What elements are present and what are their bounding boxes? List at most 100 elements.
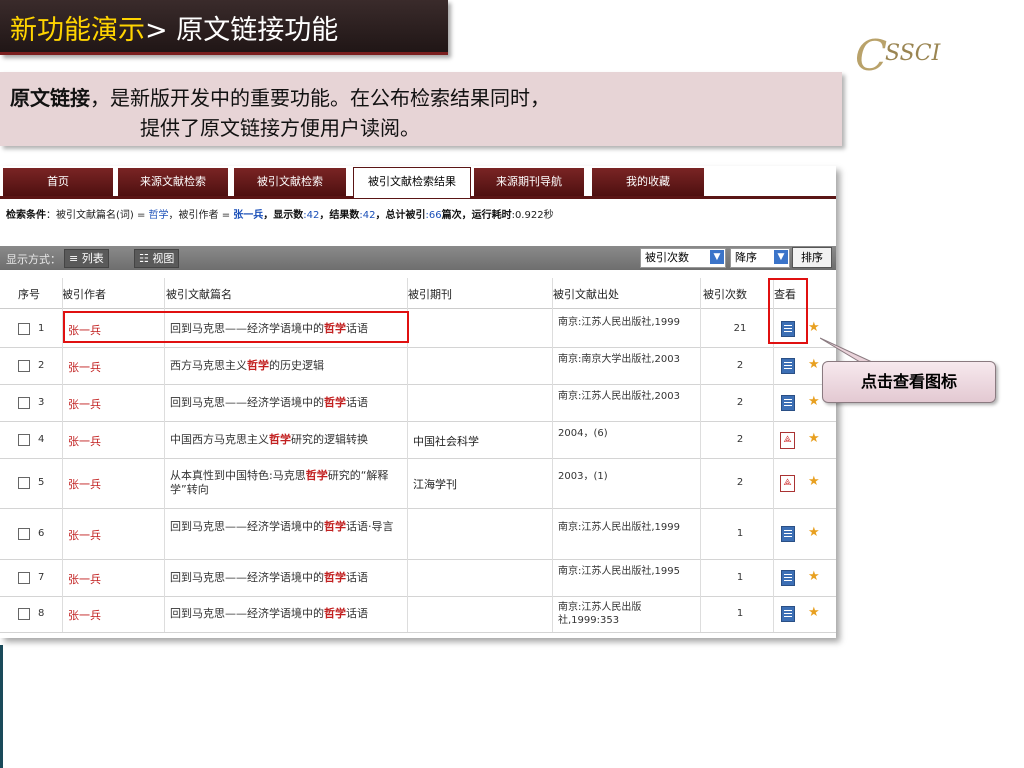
- view-fulltext-icon[interactable]: [781, 395, 795, 411]
- view-fulltext-icon[interactable]: [781, 526, 795, 542]
- title-keyword: 哲学: [305, 469, 328, 482]
- sort-field-select[interactable]: 被引次数 ▼: [640, 248, 726, 268]
- favorite-star-icon[interactable]: ★: [808, 474, 820, 489]
- row-cited-count: 1: [736, 572, 744, 583]
- pdf-icon[interactable]: ⟁: [780, 432, 795, 449]
- row-seq: 7: [38, 572, 45, 583]
- sort-order-value: 降序: [735, 251, 757, 264]
- favorite-star-icon[interactable]: ★: [808, 525, 820, 540]
- title-text: 回到马克思——经济学语境中的: [170, 396, 324, 409]
- view-fulltext-icon[interactable]: [781, 570, 795, 586]
- title-text: 话语: [346, 607, 368, 620]
- row-author-link[interactable]: 张一兵: [68, 396, 101, 412]
- list-view-button[interactable]: ≡ 列表: [64, 249, 109, 268]
- favorite-star-icon[interactable]: ★: [808, 605, 820, 620]
- row-source: 南京:江苏人民出版社,2003: [558, 391, 680, 402]
- row-seq: 6: [38, 528, 45, 539]
- row-title-link[interactable]: 中国西方马克思主义哲学研究的逻辑转换: [170, 433, 405, 447]
- row-seq: 3: [38, 397, 45, 408]
- condition-keyword: 哲学: [148, 210, 169, 221]
- title-text: 回到马克思——经济学语境中的: [170, 520, 324, 533]
- title-keyword: 哲学: [324, 607, 346, 620]
- row-cited-count: 2: [736, 360, 744, 371]
- favorite-star-icon[interactable]: ★: [808, 569, 820, 584]
- slide-title-highlight: 新功能演示: [10, 15, 145, 46]
- description-bold: 原文链接: [10, 86, 90, 110]
- table-row: 7 张一兵 回到马克思——经济学语境中的哲学话语 南京:江苏人民出版社,1995 1 ★: [0, 559, 836, 597]
- favorite-star-icon[interactable]: ★: [808, 431, 820, 446]
- display-mode-label: 显示方式：: [6, 253, 61, 266]
- row-author-link[interactable]: 张一兵: [68, 527, 101, 543]
- embedded-screenshot: 首页 来源文献检索 被引文献检索 被引文献检索结果 来源期刊导航 我的收藏 检索条件：被引…: [0, 166, 836, 638]
- row-title-link[interactable]: 从本真性到中国特色:马克思哲学研究的“解释学”转向: [170, 469, 405, 497]
- title-keyword: 哲学: [324, 396, 346, 409]
- table-row: 4 张一兵 中国西方马克思主义哲学研究的逻辑转换 中国社会科学 2004，(6) 2 ⟁ ★: [0, 421, 836, 459]
- view-fulltext-icon[interactable]: [781, 606, 795, 622]
- row-checkbox[interactable]: [18, 323, 30, 335]
- cssci-logo: C SSCI: [855, 31, 955, 80]
- row-author-link[interactable]: 张一兵: [68, 359, 101, 375]
- row-checkbox[interactable]: [18, 528, 30, 540]
- row-title-link[interactable]: 回到马克思——经济学语境中的哲学话语·导言: [170, 520, 405, 534]
- favorite-star-icon[interactable]: ★: [808, 357, 820, 372]
- header-journal: 被引期刊: [408, 288, 452, 301]
- row-author-link[interactable]: 张一兵: [68, 607, 101, 623]
- row-source: 南京:江苏人民出版社,1999:353: [558, 602, 642, 626]
- row-author-link[interactable]: 张一兵: [68, 433, 101, 449]
- title-text: 回到马克思——经济学语境中的: [170, 607, 324, 620]
- header-seq: 序号: [18, 288, 40, 301]
- title-keyword: 哲学: [324, 520, 346, 533]
- row-checkbox[interactable]: [18, 572, 30, 584]
- logo-text: SSCI: [885, 41, 941, 66]
- row-checkbox[interactable]: [18, 477, 30, 489]
- table-row: 6 张一兵 回到马克思——经济学语境中的哲学话语·导言 南京:江苏人民出版社,1999…: [0, 508, 836, 560]
- row-seq: 5: [38, 477, 45, 488]
- row-seq: 4: [38, 434, 45, 445]
- total-cited: :66: [425, 210, 442, 221]
- header-title: 被引文献篇名: [166, 288, 232, 301]
- condition-author: 张一兵: [233, 210, 264, 221]
- row-source: 南京:江苏人民出版社,1995: [558, 566, 680, 577]
- title-text: 话语: [346, 396, 368, 409]
- favorite-star-icon[interactable]: ★: [808, 320, 820, 335]
- row-checkbox[interactable]: [18, 608, 30, 620]
- tab-4[interactable]: 来源期刊导航: [474, 168, 584, 196]
- row-checkbox[interactable]: [18, 434, 30, 446]
- nav-bar: 首页 来源文献检索 被引文献检索 被引文献检索结果 来源期刊导航 我的收藏: [0, 166, 836, 199]
- table-header: 序号 被引作者 被引文献篇名 被引期刊 被引文献出处 被引次数 查看: [0, 278, 836, 309]
- title-text: 研究的逻辑转换: [291, 433, 368, 446]
- pdf-icon[interactable]: ⟁: [780, 475, 795, 492]
- row-journal: 中国社会科学: [413, 435, 479, 448]
- highlight-box-title: [63, 311, 409, 343]
- view-fulltext-icon[interactable]: [781, 358, 795, 374]
- column-divider: [552, 278, 553, 632]
- row-checkbox[interactable]: [18, 360, 30, 372]
- row-author-link[interactable]: 张一兵: [68, 476, 101, 492]
- condition-text: 篇次，运行耗时: [441, 210, 512, 221]
- highlight-box-view: [768, 278, 808, 344]
- grid-view-button[interactable]: ☷ 视图: [134, 249, 180, 268]
- result-toolbar: 显示方式： ≡ 列表 ☷ 视图 被引次数 ▼ 降序 ▼ 排序: [0, 246, 836, 270]
- row-title-link[interactable]: 回到马克思——经济学语境中的哲学话语: [170, 571, 405, 585]
- description-line-1-text: ，是新版开发中的重要功能。在公布检索结果同时，: [90, 86, 550, 110]
- result-count: :42: [359, 210, 376, 221]
- title-text: 的历史逻辑: [269, 359, 324, 372]
- row-seq: 1: [38, 323, 45, 334]
- row-title-link[interactable]: 回到马克思——经济学语境中的哲学话语: [170, 396, 405, 410]
- row-checkbox[interactable]: [18, 397, 30, 409]
- tab-2[interactable]: 被引文献检索: [234, 168, 346, 196]
- favorite-star-icon[interactable]: ★: [808, 394, 820, 409]
- sort-button[interactable]: 排序: [792, 247, 832, 268]
- row-journal: 江海学刊: [413, 478, 457, 491]
- row-author-link[interactable]: 张一兵: [68, 571, 101, 587]
- sort-order-select[interactable]: 降序 ▼: [730, 248, 790, 268]
- row-title-link[interactable]: 西方马克思主义哲学的历史逻辑: [170, 359, 405, 373]
- tab-3[interactable]: 被引文献检索结果: [353, 167, 471, 198]
- tab-1[interactable]: 来源文献检索: [118, 168, 228, 196]
- row-cited-count: 1: [736, 528, 744, 539]
- row-title-link[interactable]: 回到马克思——经济学语境中的哲学话语: [170, 607, 405, 621]
- table-row: 5 张一兵 从本真性到中国特色:马克思哲学研究的“解释学”转向 江海学刊 2003，(1…: [0, 458, 836, 509]
- tab-0[interactable]: 首页: [3, 168, 113, 196]
- tab-5[interactable]: 我的收藏: [592, 168, 704, 196]
- row-cited-count: 2: [736, 397, 744, 408]
